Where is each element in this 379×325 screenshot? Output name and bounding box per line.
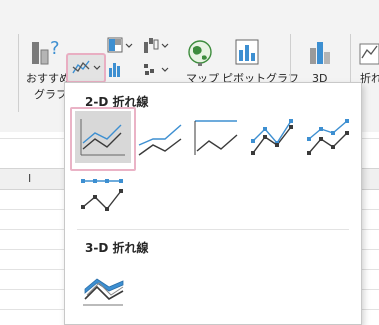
pivot-chart-icon[interactable] (234, 38, 262, 72)
chart-tile-stacked-line[interactable] (133, 111, 189, 163)
3d-map-icon[interactable] (304, 38, 334, 72)
statistic-chart-icon[interactable] (106, 60, 126, 82)
waterfall-chart-icon[interactable] (140, 36, 172, 58)
chart-tile-stacked-line-with-markers[interactable] (301, 111, 357, 163)
line-chart-dropdown: 2-D 折れ線 3-D 折れ線 (64, 82, 362, 325)
dropdown-divider (77, 229, 349, 230)
sparkline-icon[interactable] (358, 40, 379, 70)
chart-tile-100-stacked-line[interactable] (189, 111, 245, 163)
column-header-i[interactable]: I (28, 172, 31, 185)
svg-text:?: ? (50, 38, 60, 59)
section-3d-line-title: 3-D 折れ線 (85, 241, 149, 255)
chart-tile-3d-line[interactable] (75, 259, 131, 311)
selected-tile-highlight (70, 107, 136, 171)
chart-tile-line-with-markers[interactable] (245, 111, 301, 163)
recommended-charts-icon[interactable]: ? (30, 36, 64, 70)
recommended-charts-label-2[interactable]: グラフ (34, 88, 67, 101)
globe-map-icon[interactable] (186, 38, 214, 72)
chart-tile-100-stacked-line-with-markers[interactable] (75, 171, 131, 223)
hierarchy-chart-icon[interactable] (106, 36, 134, 58)
line-chart-button[interactable] (66, 53, 106, 83)
scatter-chart-icon[interactable] (140, 60, 172, 82)
sparkline-label[interactable]: 折れ (360, 72, 379, 85)
ribbon-separator (18, 34, 19, 112)
